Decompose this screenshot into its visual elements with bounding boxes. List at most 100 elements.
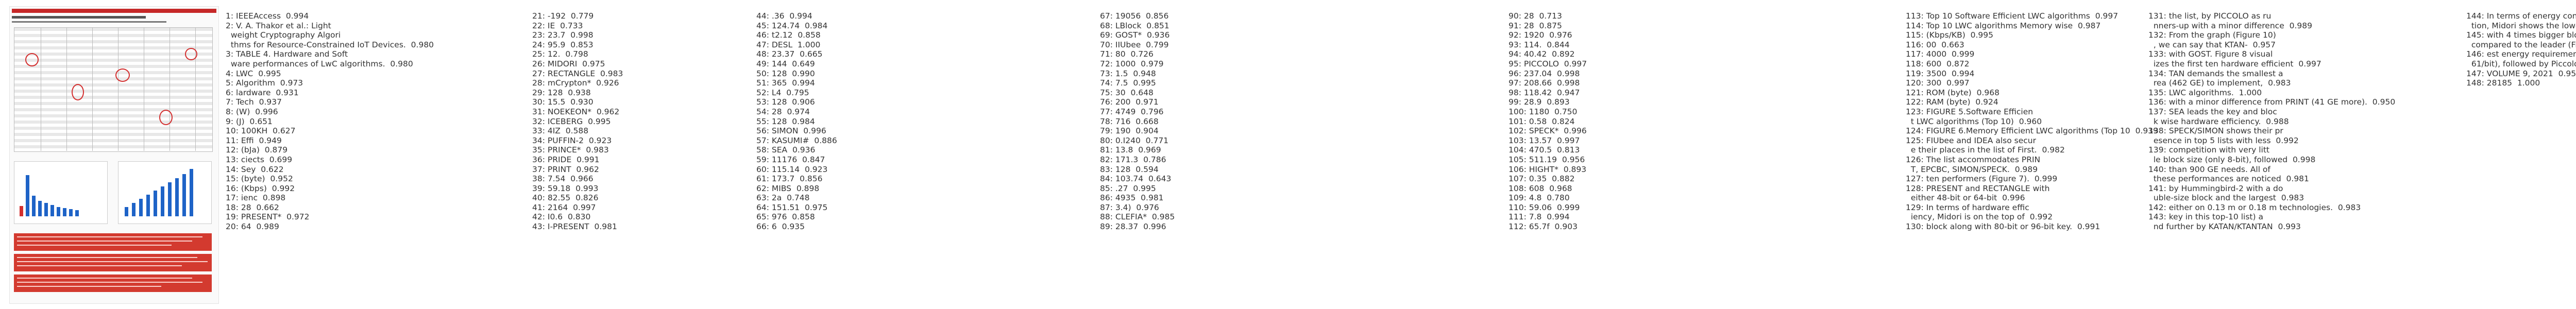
ocr-line: rea (462 GE) to implement, 0.983 [2148, 78, 2291, 88]
ocr-line: iency, Midori is on the top of 0.992 [1906, 212, 2053, 222]
ocr-line: 39: 59.18 0.993 [532, 183, 599, 193]
ocr-line: 136: with a minor difference from PRINT … [2148, 97, 2396, 107]
ocr-line: nd further by KATAN/KTANTAN 0.993 [2148, 222, 2301, 232]
ocr-line: 111: 7.8 0.994 [1509, 212, 1570, 222]
ocr-line: 135: LWC algorithms. 1.000 [2148, 88, 2262, 97]
ocr-line: 52: L4 0.795 [756, 88, 809, 97]
thumbnail-chart-bar [175, 178, 179, 216]
ocr-line: tion, Midori shows the low- 0.995 [2471, 21, 2576, 30]
ocr-column: 67: 19056 0.856 68: LBlock 0.851 69: GOST*… [1100, 11, 1175, 232]
ocr-line: 85: .27 0.995 [1100, 183, 1156, 193]
ocr-line: 90: 28 0.713 [1509, 11, 1562, 21]
ocr-line: 62: MIBS 0.898 [756, 183, 820, 193]
ocr-line: 61: 173.7 0.856 [756, 174, 823, 184]
ocr-line: le block size (only 8-bit), followed 0.9… [2148, 154, 2316, 164]
ocr-line: 60: 115.14 0.923 [756, 164, 828, 174]
thumbnail-annotation-circle [115, 68, 130, 82]
thumbnail-chart-bar [146, 195, 150, 216]
ocr-line: 130: block along with 80-bit or 96-bit k… [1906, 222, 2100, 232]
ocr-line: 101: 0.58 0.824 [1509, 116, 1575, 126]
ocr-line: 55: 128 0.984 [756, 116, 815, 126]
ocr-line: 107: 0.35 0.882 [1509, 174, 1575, 184]
ocr-line: 146: est energy requirement (1 [2466, 49, 2576, 59]
document-thumbnail [9, 6, 219, 304]
ocr-line: 105: 511.19 0.956 [1509, 154, 1585, 164]
ocr-line: 131: the list, by PICCOLO as ru [2148, 11, 2272, 21]
ocr-line: 61/bit), followed by Piccolo, 0.989 [2471, 59, 2576, 68]
thumbnail-table-divider [66, 27, 67, 151]
thumbnail-chart-bar [32, 196, 36, 216]
ocr-line: 44: .36 0.994 [756, 11, 812, 21]
ocr-line: 109: 4.8 0.780 [1509, 193, 1570, 203]
ocr-line: 56: SIMON 0.996 [756, 126, 826, 136]
thumbnail-table-divider [92, 27, 93, 151]
ocr-line: 37: PRINT 0.962 [532, 164, 599, 174]
ocr-line: 120: 300 0.997 [1906, 78, 1970, 88]
ocr-line: 79: 190 0.904 [1100, 126, 1159, 136]
thumbnail-highlight-line [17, 236, 202, 237]
ocr-line: 12: (bJa) 0.879 [226, 145, 288, 155]
thumbnail-chart-bar [182, 174, 186, 216]
ocr-line: 47: DESL 1.000 [756, 40, 821, 49]
ocr-line: 91: 28 0.875 [1509, 21, 1562, 30]
ocr-line: 3: TABLE 4. Hardware and Soft [226, 49, 348, 59]
ocr-line: 112: 65.7f 0.903 [1509, 222, 1578, 232]
ocr-line: 5: Algorithm 0.973 [226, 78, 303, 88]
ocr-line: 1: IEEEAccess 0.994 [226, 11, 309, 21]
ocr-line: 118: 600 0.872 [1906, 59, 1970, 68]
thumbnail-chart-bar [69, 209, 73, 216]
thumbnail-chart-bar [63, 208, 66, 216]
ocr-line: 59: 11176 0.847 [756, 154, 825, 164]
ocr-line: 15: (byte) 0.952 [226, 174, 293, 184]
ocr-line: 45: 124.74 0.984 [756, 21, 828, 30]
ocr-line: 26: MIDORI 0.975 [532, 59, 605, 68]
thumbnail-chart-bar [154, 191, 157, 216]
ocr-line: 83: 128 0.594 [1100, 164, 1159, 174]
ocr-line: 71: 80 0.726 [1100, 49, 1154, 59]
ocr-line: T, EPCBC, SIMON/SPECK. 0.989 [1906, 164, 2038, 174]
ocr-line: 75: 30 0.648 [1100, 88, 1154, 97]
ocr-line: 33: 4IZ 0.588 [532, 126, 589, 136]
ocr-line: 74: 7.5 0.995 [1100, 78, 1156, 88]
ocr-line: 64: 151.51 0.975 [756, 202, 828, 212]
thumbnail-annotation-circle [72, 84, 84, 100]
ocr-column: 90: 28 0.713 91: 28 0.875 92: 1920 0.976 93… [1509, 11, 1587, 232]
ocr-line: 121: ROM (byte) 0.968 [1906, 88, 1999, 97]
thumbnail-highlight-line [17, 265, 182, 266]
ocr-line: 102: SPECK* 0.996 [1509, 126, 1587, 136]
ocr-line: 95: PICCOLO 0.997 [1509, 59, 1587, 68]
ocr-line: 4: LWC 0.995 [226, 68, 281, 78]
ocr-line: 32: ICEBERG 0.995 [532, 116, 611, 126]
ocr-line: 143: key in this top-10 list) a [2148, 212, 2263, 222]
ocr-line: 31: NOEKEON* 0.962 [532, 107, 620, 116]
ocr-line: 94: 40.42 0.892 [1509, 49, 1575, 59]
ocr-line: 18: 28 0.662 [226, 202, 279, 212]
ocr-line: 114: Top 10 LWC algorithms Memory wise 0… [1906, 21, 2101, 30]
ocr-line: 82: 171.3 0.786 [1100, 154, 1166, 164]
thumbnail-chart-bar [161, 186, 164, 216]
thumbnail-chart-bar [190, 169, 193, 216]
ocr-line: 144: In terms of energy consump [2466, 11, 2576, 21]
thumbnail-subtitle-bar [12, 16, 146, 19]
thumbnail-chart-bar [44, 203, 48, 216]
ocr-line: 72: 1000 0.979 [1100, 59, 1164, 68]
ocr-line: 117: 4000 0.999 [1906, 49, 1975, 59]
ocr-line: weight Cryptography Algori [226, 30, 341, 40]
ocr-line: 40: 82.55 0.826 [532, 193, 599, 203]
ocr-column: 144: In terms of energy consump tion, Mi… [2466, 11, 2576, 88]
ocr-line: 23: 23.7 0.998 [532, 30, 594, 40]
thumbnail-chart-bar [168, 182, 172, 216]
ocr-line: compared to the leader (Figure 9). 0.998 [2471, 40, 2576, 49]
ocr-line: 35: PRINCE* 0.983 [532, 145, 609, 155]
ocr-line: 69: GOST* 0.936 [1100, 30, 1170, 40]
thumbnail-chart-right [118, 161, 212, 224]
ocr-line: 147: VOLUME 9, 2021 0.955 [2466, 68, 2576, 78]
ocr-line: 27: RECTANGLE 0.983 [532, 68, 623, 78]
ocr-line: 28: mCrypton* 0.926 [532, 78, 619, 88]
ocr-line: 84: 103.74 0.643 [1100, 174, 1172, 184]
ocr-line: 93: 114. 0.844 [1509, 40, 1570, 49]
ocr-line: 2: V. A. Thakor et al.: Light [226, 21, 331, 30]
ocr-line: 14: Sey 0.622 [226, 164, 284, 174]
ocr-line: 76: 200 0.971 [1100, 97, 1159, 107]
thumbnail-highlight-line [17, 282, 202, 283]
